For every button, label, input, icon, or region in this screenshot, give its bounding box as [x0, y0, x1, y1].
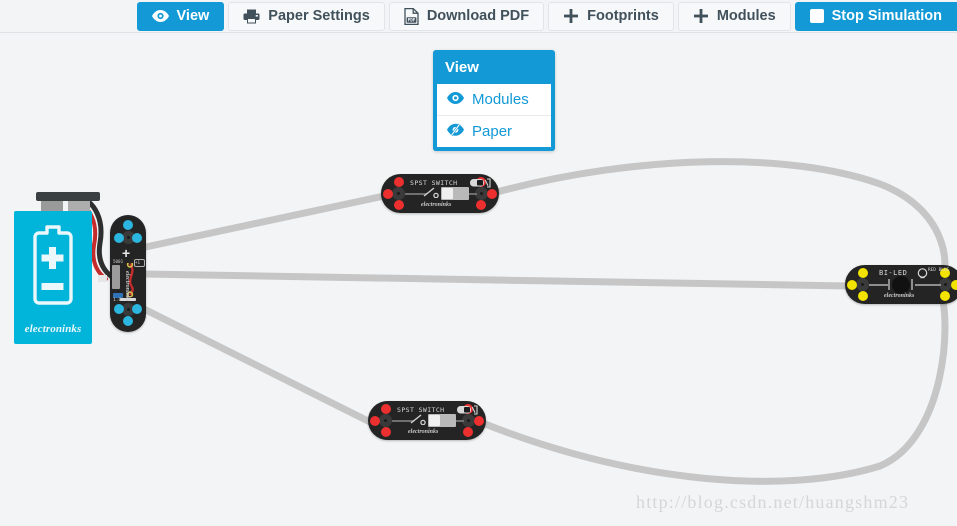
trace-switch-bottom-to-led	[476, 286, 949, 485]
battery-component[interactable]: electroninks	[14, 191, 100, 346]
switch-wire-right	[469, 193, 477, 195]
footprints-button[interactable]: Footprints	[548, 1, 674, 31]
eye-slash-icon	[447, 123, 464, 140]
paper-settings-button[interactable]: Paper Settings	[228, 1, 385, 31]
power-module-brand: electroninks	[124, 271, 130, 302]
dropdown-item-paper-label: Paper	[472, 123, 513, 140]
pad[interactable]	[858, 291, 868, 301]
pad-hub	[379, 414, 392, 427]
dropdown-item-paper[interactable]: Paper	[437, 116, 551, 147]
resistor-graphic	[112, 265, 120, 289]
plus-silkscreen-icon: +	[122, 245, 131, 261]
pad[interactable]	[476, 200, 486, 210]
pad[interactable]	[132, 304, 142, 314]
power-module[interactable]: + 5001 +1 1.0 electroninks	[110, 215, 146, 332]
led-cathode-bar	[911, 279, 913, 290]
switch-pictogram-icon	[457, 405, 478, 415]
switch-pictogram-icon	[470, 178, 491, 188]
view-button-label: View	[176, 7, 210, 24]
top-toolbar: View Paper Settings PDF Download PDF Foo…	[0, 0, 957, 33]
switch-lever-icon	[423, 187, 439, 198]
led-color-label: RED BLUE	[928, 268, 950, 273]
paper-settings-label: Paper Settings	[268, 7, 370, 24]
switch-brand-label: electroninks	[421, 202, 452, 208]
pad[interactable]	[463, 427, 473, 437]
download-pdf-button[interactable]: PDF Download PDF	[388, 1, 545, 31]
spst-switch-module-bottom[interactable]: SPST SWITCH electroninks	[368, 401, 486, 440]
eye-icon	[447, 91, 464, 108]
stop-simulation-label: Stop Simulation	[831, 7, 942, 24]
led-wire-right	[915, 284, 941, 286]
bi-led-module[interactable]: BI-LED RED BLUE electroninks	[845, 265, 957, 304]
switch-knob[interactable]	[442, 188, 453, 199]
pad[interactable]	[474, 416, 484, 426]
led-wire-left	[869, 284, 889, 286]
plus-icon	[563, 8, 579, 24]
printer-icon	[243, 9, 260, 24]
pad[interactable]	[847, 280, 857, 290]
battery-brand-label: electroninks	[24, 323, 82, 335]
pad[interactable]	[114, 233, 124, 243]
svg-text:PDF: PDF	[408, 17, 416, 22]
view-dropdown-items: Modules Paper	[433, 84, 555, 151]
view-dropdown-menu: View Modules Paper	[433, 50, 555, 151]
pad[interactable]	[951, 280, 957, 290]
dropdown-item-modules-label: Modules	[472, 91, 529, 108]
stop-simulation-button[interactable]: Stop Simulation	[794, 1, 957, 31]
pad[interactable]	[123, 316, 133, 326]
trace-power-to-led	[139, 270, 852, 290]
pad[interactable]	[123, 220, 133, 230]
view-button[interactable]: View	[136, 1, 225, 31]
modules-button[interactable]: Modules	[677, 1, 791, 31]
switch-wire-right	[456, 420, 464, 422]
pad[interactable]	[487, 189, 497, 199]
pad[interactable]	[381, 404, 391, 414]
footprints-label: Footprints	[587, 7, 659, 24]
switch-brand-label: electroninks	[408, 429, 439, 435]
led-anode-bar	[888, 279, 890, 290]
pad-hub	[392, 187, 405, 200]
pad[interactable]	[394, 177, 404, 187]
battery-cap	[36, 192, 100, 201]
view-dropdown-title: View	[445, 59, 479, 76]
trace-power-to-switch-top	[137, 192, 388, 252]
battery-body: electroninks	[14, 211, 92, 344]
dropdown-item-modules[interactable]: Modules	[437, 84, 551, 116]
pad[interactable]	[940, 291, 950, 301]
pad[interactable]	[370, 416, 380, 426]
pad[interactable]	[381, 427, 391, 437]
eye-icon	[151, 10, 169, 22]
switch-knob[interactable]	[429, 415, 440, 426]
pad[interactable]	[394, 200, 404, 210]
watermark-text: http://blog.csdn.net/huangshm23	[636, 492, 910, 512]
led-lens[interactable]	[892, 276, 910, 294]
download-pdf-label: Download PDF	[426, 7, 530, 24]
power-part-label: 5001	[113, 259, 124, 264]
pdf-file-icon: PDF	[404, 7, 419, 25]
modules-button-label: Modules	[716, 7, 776, 24]
trace-power-to-switch-bottom	[138, 304, 376, 427]
switch-lever-icon	[410, 414, 426, 425]
stop-square-icon	[809, 9, 824, 23]
pad[interactable]	[114, 304, 124, 314]
plus-icon	[693, 8, 709, 24]
led-brand-label: electroninks	[884, 293, 915, 299]
lightbulb-icon	[917, 268, 928, 279]
pad[interactable]	[383, 189, 393, 199]
battery-plus-minus-icon	[33, 225, 73, 305]
pad[interactable]	[132, 233, 142, 243]
spst-switch-module-top[interactable]: SPST SWITCH electroninks	[381, 174, 499, 213]
pad[interactable]	[858, 268, 868, 278]
pad-hub	[856, 278, 869, 291]
